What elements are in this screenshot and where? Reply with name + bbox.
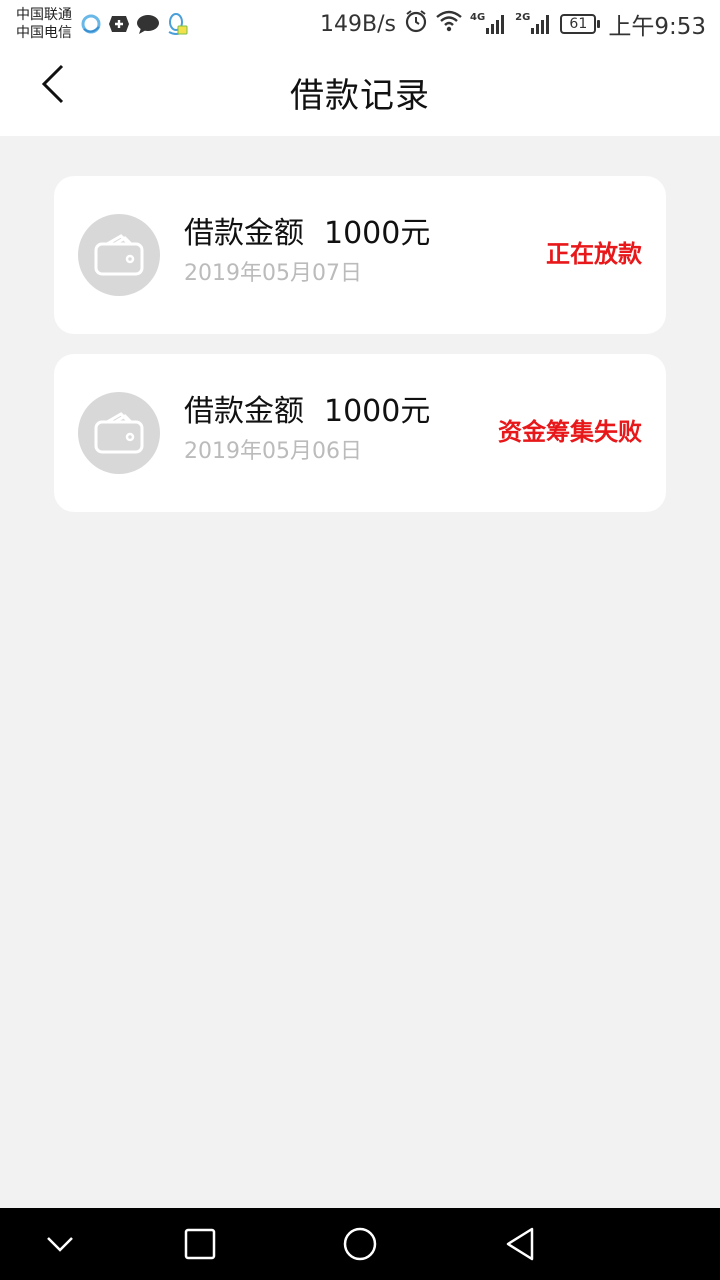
status-right: 149B/s 4G 2G 61 上午9:53 [320, 7, 706, 41]
loan-record-card[interactable]: 借款金额 1000元 2019年05月06日 资金筹集失败 [54, 354, 666, 512]
alarm-icon [404, 9, 428, 39]
wallet-avatar [78, 214, 160, 296]
carrier-1: 中国联通 [16, 7, 72, 23]
battery-icon: 61 [560, 14, 601, 34]
clock: 上午9:53 [608, 14, 706, 40]
wallet-icon [94, 234, 144, 276]
record-info: 借款金额 1000元 2019年05月06日 [184, 392, 430, 472]
nav-back-button[interactable] [480, 1208, 560, 1280]
page-title: 借款记录 [290, 75, 430, 116]
wallet-avatar [78, 392, 160, 474]
signal-2g-label: 2G [515, 12, 531, 23]
battery-nub [597, 20, 601, 28]
chevron-left-icon [41, 64, 64, 104]
nav-home-button[interactable] [320, 1208, 400, 1280]
amount-value: 1000元 [324, 216, 431, 251]
signal-4g-label: 4G [470, 12, 486, 23]
wallet-icon [94, 412, 144, 454]
net-speed: 149B/s [320, 11, 396, 37]
loan-record-list: 借款金额 1000元 2019年05月07日 正在放款 借款金额 1000元 201 [54, 176, 666, 512]
loan-record-card[interactable]: 借款金额 1000元 2019年05月07日 正在放款 [54, 176, 666, 334]
screen: 中国联通 中国电信 149B/s 4G 2G 61 上午9:53 借款记录 借款… [0, 0, 720, 1280]
back-button[interactable] [30, 62, 74, 106]
record-date: 2019年05月07日 [184, 261, 362, 286]
carrier-2: 中国电信 [16, 25, 72, 41]
status-left: 中国联通 中国电信 [16, 6, 188, 42]
amount-value: 1000元 [324, 394, 431, 429]
amount-line: 借款金额 1000元 [184, 214, 430, 254]
system-nav-bar [0, 1208, 720, 1280]
square-icon [184, 1228, 216, 1260]
amount-label: 借款金额 [184, 394, 304, 429]
signal-2g-icon: 2G [515, 13, 552, 35]
message-notification-icon [136, 13, 160, 35]
record-info: 借款金额 1000元 2019年05月07日 [184, 214, 430, 294]
health-notification-icon [108, 14, 130, 34]
amount-label: 借款金额 [184, 216, 304, 251]
chevron-down-icon [47, 1237, 73, 1252]
nav-hide-button[interactable] [20, 1208, 100, 1280]
carrier-names: 中国联通 中国电信 [16, 6, 72, 42]
battery-level: 61 [560, 14, 597, 34]
app-header: 借款记录 [0, 48, 720, 136]
record-status: 资金筹集失败 [498, 418, 642, 446]
notification-icons [80, 12, 188, 36]
browser-notification-icon [80, 13, 102, 35]
signal-4g-icon: 4G [470, 13, 507, 35]
nav-recents-button[interactable] [160, 1208, 240, 1280]
record-status: 正在放款 [546, 240, 642, 268]
triangle-back-icon [506, 1227, 534, 1261]
record-date: 2019年05月06日 [184, 439, 362, 464]
qq-notification-icon [166, 12, 188, 36]
amount-line: 借款金额 1000元 [184, 392, 430, 432]
circle-icon [343, 1227, 377, 1261]
status-bar: 中国联通 中国电信 149B/s 4G 2G 61 上午9:53 [0, 0, 720, 48]
wifi-icon [436, 10, 462, 38]
